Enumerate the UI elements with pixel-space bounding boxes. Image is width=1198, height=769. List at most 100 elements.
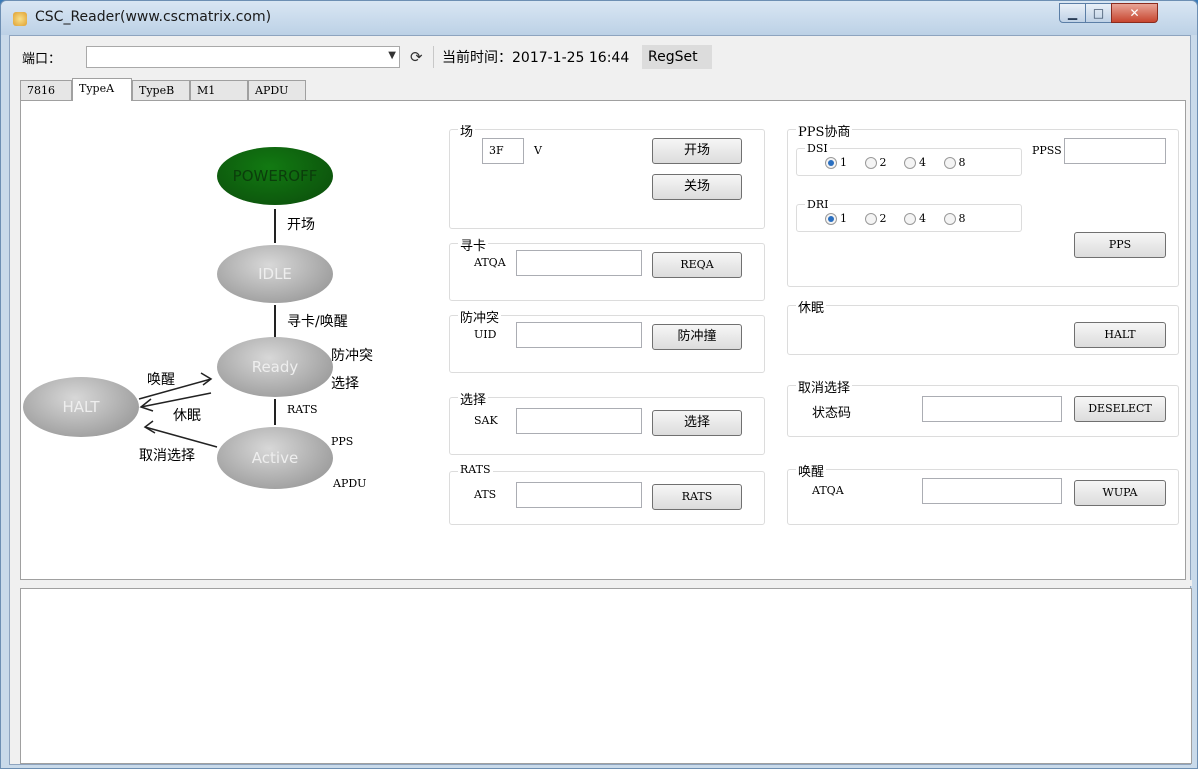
state-idle: IDLE bbox=[217, 245, 333, 303]
radio-icon[interactable] bbox=[864, 157, 877, 169]
radio-icon[interactable] bbox=[943, 213, 956, 225]
dri-options: 1 2 4 8 bbox=[825, 212, 980, 225]
app-icon bbox=[13, 12, 27, 26]
close-field-button[interactable]: 关场 bbox=[652, 174, 742, 200]
dri-option-4[interactable]: 4 bbox=[904, 212, 926, 225]
arrow-deselect bbox=[144, 426, 218, 448]
ppss-input[interactable] bbox=[1064, 138, 1166, 164]
search-group: 寻卡 ATQA REQA bbox=[449, 235, 765, 301]
dsi-option-2[interactable]: 2 bbox=[864, 156, 887, 169]
voltage-input[interactable]: 3F bbox=[482, 138, 524, 164]
deselect-group: 取消选择 状态码 DESELECT bbox=[787, 377, 1179, 437]
uid-input[interactable] bbox=[516, 322, 642, 348]
atqa-input[interactable] bbox=[516, 250, 642, 276]
label-select: 选择 bbox=[331, 376, 359, 392]
dsi-options: 1 2 4 8 bbox=[825, 156, 980, 169]
pps-button[interactable]: PPS bbox=[1074, 232, 1166, 258]
log-output[interactable] bbox=[20, 588, 1192, 764]
label-deselect: 取消选择 bbox=[139, 448, 195, 464]
tab-typeb[interactable]: TypeB bbox=[132, 80, 190, 100]
tab-apdu[interactable]: APDU bbox=[248, 80, 306, 100]
anticollision-button[interactable]: 防冲撞 bbox=[652, 324, 742, 350]
wake-atqa-input[interactable] bbox=[922, 478, 1062, 504]
field-group-title: 场 bbox=[458, 121, 476, 140]
minimize-button[interactable]: ▁ bbox=[1059, 3, 1086, 23]
close-button[interactable]: ✕ bbox=[1111, 3, 1158, 23]
label-search-wake: 寻卡/唤醒 bbox=[287, 314, 348, 330]
port-select[interactable]: ▼ bbox=[86, 46, 400, 68]
refresh-icon[interactable]: ⟳ bbox=[410, 48, 423, 66]
voltage-unit: V bbox=[534, 144, 542, 157]
halt-button[interactable]: HALT bbox=[1074, 322, 1166, 348]
title-bar[interactable]: CSC_Reader(www.cscmatrix.com) ▁ □ ✕ bbox=[1, 1, 1197, 35]
line-ready-active bbox=[274, 399, 276, 425]
rats-group-title: RATS bbox=[458, 463, 493, 476]
dsi-subgroup: DSI 1 2 4 8 bbox=[796, 142, 1022, 176]
select-group-title: 选择 bbox=[458, 389, 489, 408]
ats-label: ATS bbox=[474, 488, 497, 501]
toolbar-separator bbox=[433, 46, 434, 68]
line-idle-ready bbox=[274, 305, 276, 339]
dri-option-2[interactable]: 2 bbox=[864, 212, 887, 225]
line-poweroff-idle bbox=[274, 209, 276, 243]
window-title: CSC_Reader(www.cscmatrix.com) bbox=[35, 9, 272, 25]
regset-button[interactable]: RegSet bbox=[642, 45, 712, 69]
app-window: CSC_Reader(www.cscmatrix.com) ▁ □ ✕ 端口： … bbox=[0, 0, 1198, 769]
tab-m1[interactable]: M1 bbox=[190, 80, 248, 100]
dsi-option-4[interactable]: 4 bbox=[904, 156, 926, 169]
radio-icon[interactable] bbox=[864, 213, 877, 225]
status-code-label: 状态码 bbox=[812, 406, 852, 421]
client-area: 端口： ▼ ⟳ 当前时间：2017-1-25 16:44 RegSet 7816… bbox=[9, 35, 1192, 765]
reqa-button[interactable]: REQA bbox=[652, 252, 742, 278]
dri-option-8[interactable]: 8 bbox=[943, 212, 966, 225]
radio-icon[interactable] bbox=[904, 157, 916, 169]
state-halt: HALT bbox=[23, 377, 139, 437]
label-open-field: 开场 bbox=[287, 217, 315, 233]
dsi-option-1[interactable]: 1 bbox=[825, 156, 847, 169]
wake-group-title: 唤醒 bbox=[796, 461, 827, 480]
state-poweroff: POWEROFF bbox=[217, 147, 333, 205]
rats-button[interactable]: RATS bbox=[652, 484, 742, 510]
select-button[interactable]: 选择 bbox=[652, 410, 742, 436]
port-label: 端口： bbox=[22, 52, 62, 67]
deselect-group-title: 取消选择 bbox=[796, 377, 853, 396]
radio-icon[interactable] bbox=[943, 157, 956, 169]
label-sleep: 休眠 bbox=[173, 408, 201, 424]
label-anticollision: 防冲突 bbox=[331, 348, 373, 364]
label-pps: PPS bbox=[331, 435, 354, 448]
dri-option-1[interactable]: 1 bbox=[825, 212, 847, 225]
dri-subgroup: DRI 1 2 4 8 bbox=[796, 198, 1022, 232]
maximize-button[interactable]: □ bbox=[1085, 3, 1112, 23]
dsi-option-8[interactable]: 8 bbox=[943, 156, 966, 169]
radio-checked-icon[interactable] bbox=[825, 213, 837, 225]
open-field-button[interactable]: 开场 bbox=[652, 138, 742, 164]
sleep-group: 休眠 HALT bbox=[787, 297, 1179, 355]
anticollision-group-title: 防冲突 bbox=[458, 307, 502, 326]
tab-typea[interactable]: TypeA bbox=[72, 78, 132, 101]
deselect-button[interactable]: DESELECT bbox=[1074, 396, 1166, 422]
sak-input[interactable] bbox=[516, 408, 642, 434]
anticollision-group: 防冲突 UID 防冲撞 bbox=[449, 307, 765, 373]
ats-input[interactable] bbox=[516, 482, 642, 508]
pps-group: PPS协商 DSI 1 2 4 8 PPSS DRI 1 2 4 8 PPS bbox=[787, 121, 1179, 287]
state-ready: Ready bbox=[217, 337, 333, 397]
current-time: 当前时间：2017-1-25 16:44 bbox=[442, 50, 630, 66]
sleep-group-title: 休眠 bbox=[796, 297, 827, 316]
radio-icon[interactable] bbox=[904, 213, 916, 225]
radio-checked-icon[interactable] bbox=[825, 157, 837, 169]
splitter[interactable] bbox=[20, 580, 1192, 586]
sak-label: SAK bbox=[474, 414, 498, 427]
dri-label: DRI bbox=[805, 198, 831, 211]
tab-7816[interactable]: 7816 bbox=[20, 80, 72, 100]
pps-group-title: PPS协商 bbox=[796, 121, 853, 140]
chevron-down-icon[interactable]: ▼ bbox=[388, 50, 396, 61]
ppss-label: PPSS bbox=[1032, 144, 1062, 157]
typea-panel: POWEROFF 开场 IDLE 寻卡/唤醒 Ready 防冲突 选择 RATS… bbox=[20, 100, 1186, 580]
atqa-label: ATQA bbox=[474, 256, 506, 269]
status-code-input[interactable] bbox=[922, 396, 1062, 422]
wupa-button[interactable]: WUPA bbox=[1074, 480, 1166, 506]
field-group: 场 3F V 开场 关场 bbox=[449, 121, 765, 229]
state-active: Active bbox=[217, 427, 333, 489]
wake-group: 唤醒 ATQA WUPA bbox=[787, 461, 1179, 525]
select-group: 选择 SAK 选择 bbox=[449, 389, 765, 455]
